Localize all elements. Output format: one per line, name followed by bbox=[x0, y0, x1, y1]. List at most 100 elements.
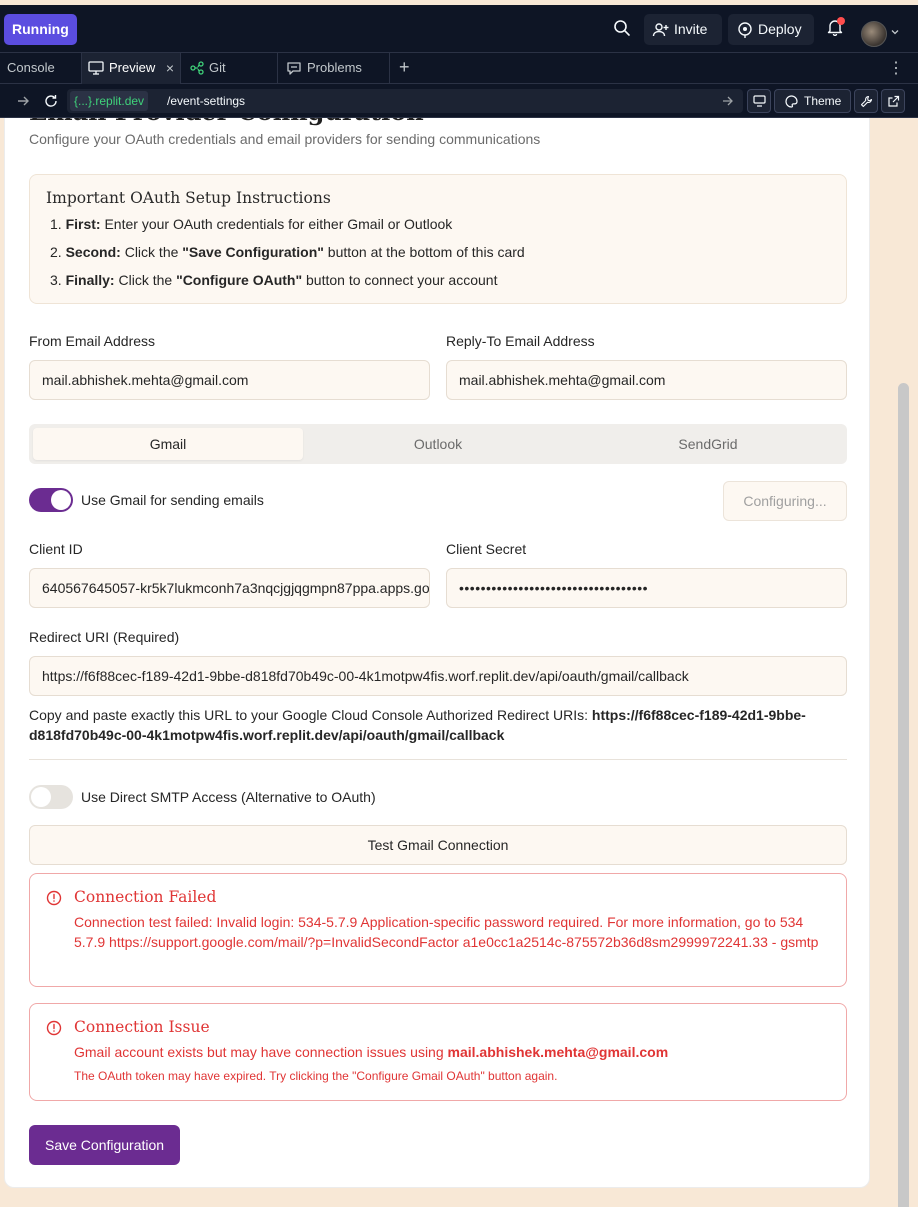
deploy-icon bbox=[738, 22, 752, 38]
tab-bar: Console Preview × Git Problems + ⋮ bbox=[0, 53, 918, 84]
screen-icon bbox=[753, 95, 766, 107]
url-input[interactable]: {...}.replit.dev /event-settings bbox=[67, 89, 743, 113]
reply-to-label: Reply-To Email Address bbox=[446, 333, 595, 349]
wrench-icon bbox=[860, 95, 873, 108]
alert-email: mail.abhishek.mehta@gmail.com bbox=[447, 1044, 669, 1060]
email-config-card: Email Provider Configuration Configure y… bbox=[4, 118, 870, 1188]
invite-label: Invite bbox=[674, 21, 708, 37]
step-text: Enter your OAuth credentials for either … bbox=[100, 216, 453, 232]
add-user-icon bbox=[652, 23, 669, 37]
message-icon bbox=[287, 62, 301, 75]
client-secret-input[interactable]: ••••••••••••••••••••••••••••••••••• bbox=[446, 568, 847, 608]
step-number: 2. bbox=[50, 244, 62, 260]
step-text: button at the bottom of this card bbox=[323, 244, 525, 260]
test-connection-button[interactable]: Test Gmail Connection bbox=[29, 825, 847, 865]
git-branch-icon bbox=[190, 61, 204, 75]
alert-title: Connection Failed bbox=[74, 888, 217, 906]
from-email-input[interactable]: mail.abhishek.mehta@gmail.com bbox=[29, 360, 430, 400]
alert-message-text: Gmail account exists but may have connec… bbox=[74, 1044, 448, 1060]
devtools-button[interactable] bbox=[854, 89, 878, 113]
tab-sendgrid[interactable]: SendGrid bbox=[573, 428, 843, 460]
devices-button[interactable] bbox=[747, 89, 771, 113]
close-icon[interactable]: × bbox=[166, 53, 174, 83]
tab-problems[interactable]: Problems bbox=[278, 53, 390, 84]
connection-failed-alert: Connection Failed Connection test failed… bbox=[29, 873, 847, 987]
preview-viewport: Email Provider Configuration Configure y… bbox=[0, 118, 918, 1207]
run-button[interactable]: Running bbox=[4, 14, 77, 45]
instructions-box: Important OAuth Setup Instructions 1. Fi… bbox=[29, 174, 847, 304]
page-subtitle: Configure your OAuth credentials and ema… bbox=[29, 131, 541, 147]
step-text: Click the bbox=[120, 244, 183, 260]
configure-oauth-button[interactable]: Configuring... bbox=[723, 481, 847, 521]
theme-label: Theme bbox=[804, 94, 842, 108]
step-text: Click the bbox=[114, 272, 177, 288]
client-id-input[interactable]: 640567645057-kr5k7lukmconh7a3nqcjgjqgmpn… bbox=[29, 568, 430, 608]
redirect-note: Copy and paste exactly this URL to your … bbox=[29, 705, 839, 745]
more-options-icon[interactable]: ⋮ bbox=[888, 58, 904, 78]
external-link-icon bbox=[888, 95, 900, 107]
smtp-label: Use Direct SMTP Access (Alternative to O… bbox=[81, 789, 376, 805]
alert-circle-icon bbox=[46, 890, 62, 906]
tab-console-label: Console bbox=[7, 60, 55, 75]
step-lead: Finally: bbox=[65, 272, 115, 288]
open-new-tab-button[interactable] bbox=[881, 89, 905, 113]
tab-console[interactable]: Console bbox=[0, 53, 82, 84]
step-number: 1. bbox=[50, 216, 62, 232]
tab-preview-label: Preview bbox=[109, 60, 156, 75]
notification-dot bbox=[837, 17, 845, 25]
alert-message: Gmail account exists but may have connec… bbox=[74, 1042, 834, 1062]
avatar[interactable] bbox=[861, 21, 887, 47]
alert-message: Connection test failed: Invalid login: 5… bbox=[74, 914, 819, 950]
divider bbox=[29, 759, 847, 760]
chevron-down-icon[interactable] bbox=[890, 27, 900, 37]
instruction-step: 1. First: Enter your OAuth credentials f… bbox=[46, 210, 830, 238]
theme-button[interactable]: Theme bbox=[774, 89, 851, 113]
reply-to-input[interactable]: mail.abhishek.mehta@gmail.com bbox=[446, 360, 847, 400]
step-emphasis: "Save Configuration" bbox=[182, 244, 324, 260]
client-id-label: Client ID bbox=[29, 541, 83, 557]
tab-git-label: Git bbox=[209, 60, 226, 75]
search-icon[interactable] bbox=[612, 18, 632, 38]
deploy-label: Deploy bbox=[758, 21, 802, 37]
redirect-uri-label: Redirect URI (Required) bbox=[29, 629, 180, 645]
step-text: button to connect your account bbox=[302, 272, 498, 288]
step-emphasis: "Configure OAuth" bbox=[176, 272, 303, 288]
tab-git[interactable]: Git bbox=[181, 53, 278, 84]
use-gmail-label: Use Gmail for sending emails bbox=[81, 492, 264, 508]
redirect-note-text: Copy and paste exactly this URL to your … bbox=[29, 707, 592, 723]
instruction-step: 2. Second: Click the "Save Configuration… bbox=[46, 238, 830, 266]
reload-icon[interactable] bbox=[43, 93, 59, 109]
toggle-knob bbox=[31, 787, 51, 807]
deploy-button[interactable]: Deploy bbox=[728, 14, 814, 45]
instruction-step: 3. Finally: Click the "Configure OAuth" … bbox=[46, 266, 830, 294]
scrollbar[interactable] bbox=[898, 383, 909, 1207]
tab-outlook[interactable]: Outlook bbox=[303, 428, 573, 460]
smtp-toggle[interactable] bbox=[29, 785, 73, 809]
client-secret-label: Client Secret bbox=[446, 541, 527, 557]
alert-circle-icon bbox=[46, 1020, 62, 1036]
monitor-icon bbox=[88, 61, 104, 75]
connection-issue-alert: Connection Issue Gmail account exists bu… bbox=[29, 1003, 847, 1101]
invite-button[interactable]: Invite bbox=[644, 14, 722, 45]
tab-gmail[interactable]: Gmail bbox=[33, 428, 303, 460]
alert-title: Connection Issue bbox=[74, 1018, 210, 1036]
page-title: Email Provider Configuration bbox=[29, 118, 424, 126]
step-number: 3. bbox=[50, 272, 62, 288]
palette-icon bbox=[785, 95, 798, 108]
redirect-uri-input[interactable]: https://f6f88cec-f189-42d1-9bbe-d818fd70… bbox=[29, 656, 847, 696]
provider-tabs: Gmail Outlook SendGrid bbox=[29, 424, 847, 464]
go-arrow-icon[interactable] bbox=[721, 94, 735, 108]
save-configuration-button[interactable]: Save Configuration bbox=[29, 1125, 181, 1165]
toggle-knob bbox=[51, 490, 71, 510]
url-path: /event-settings bbox=[167, 94, 246, 108]
use-gmail-toggle[interactable] bbox=[29, 488, 73, 512]
step-lead: First: bbox=[65, 216, 101, 232]
url-domain: {...}.replit.dev bbox=[70, 91, 149, 111]
forward-arrow-icon[interactable] bbox=[15, 93, 31, 109]
from-email-label: From Email Address bbox=[29, 333, 156, 349]
top-bar: Running Invite Deploy bbox=[0, 5, 918, 53]
tab-preview[interactable]: Preview × bbox=[82, 53, 181, 84]
alert-hint: The OAuth token may have expired. Try cl… bbox=[74, 1069, 558, 1083]
step-lead: Second: bbox=[65, 244, 121, 260]
add-tab-button[interactable]: + bbox=[399, 57, 410, 78]
